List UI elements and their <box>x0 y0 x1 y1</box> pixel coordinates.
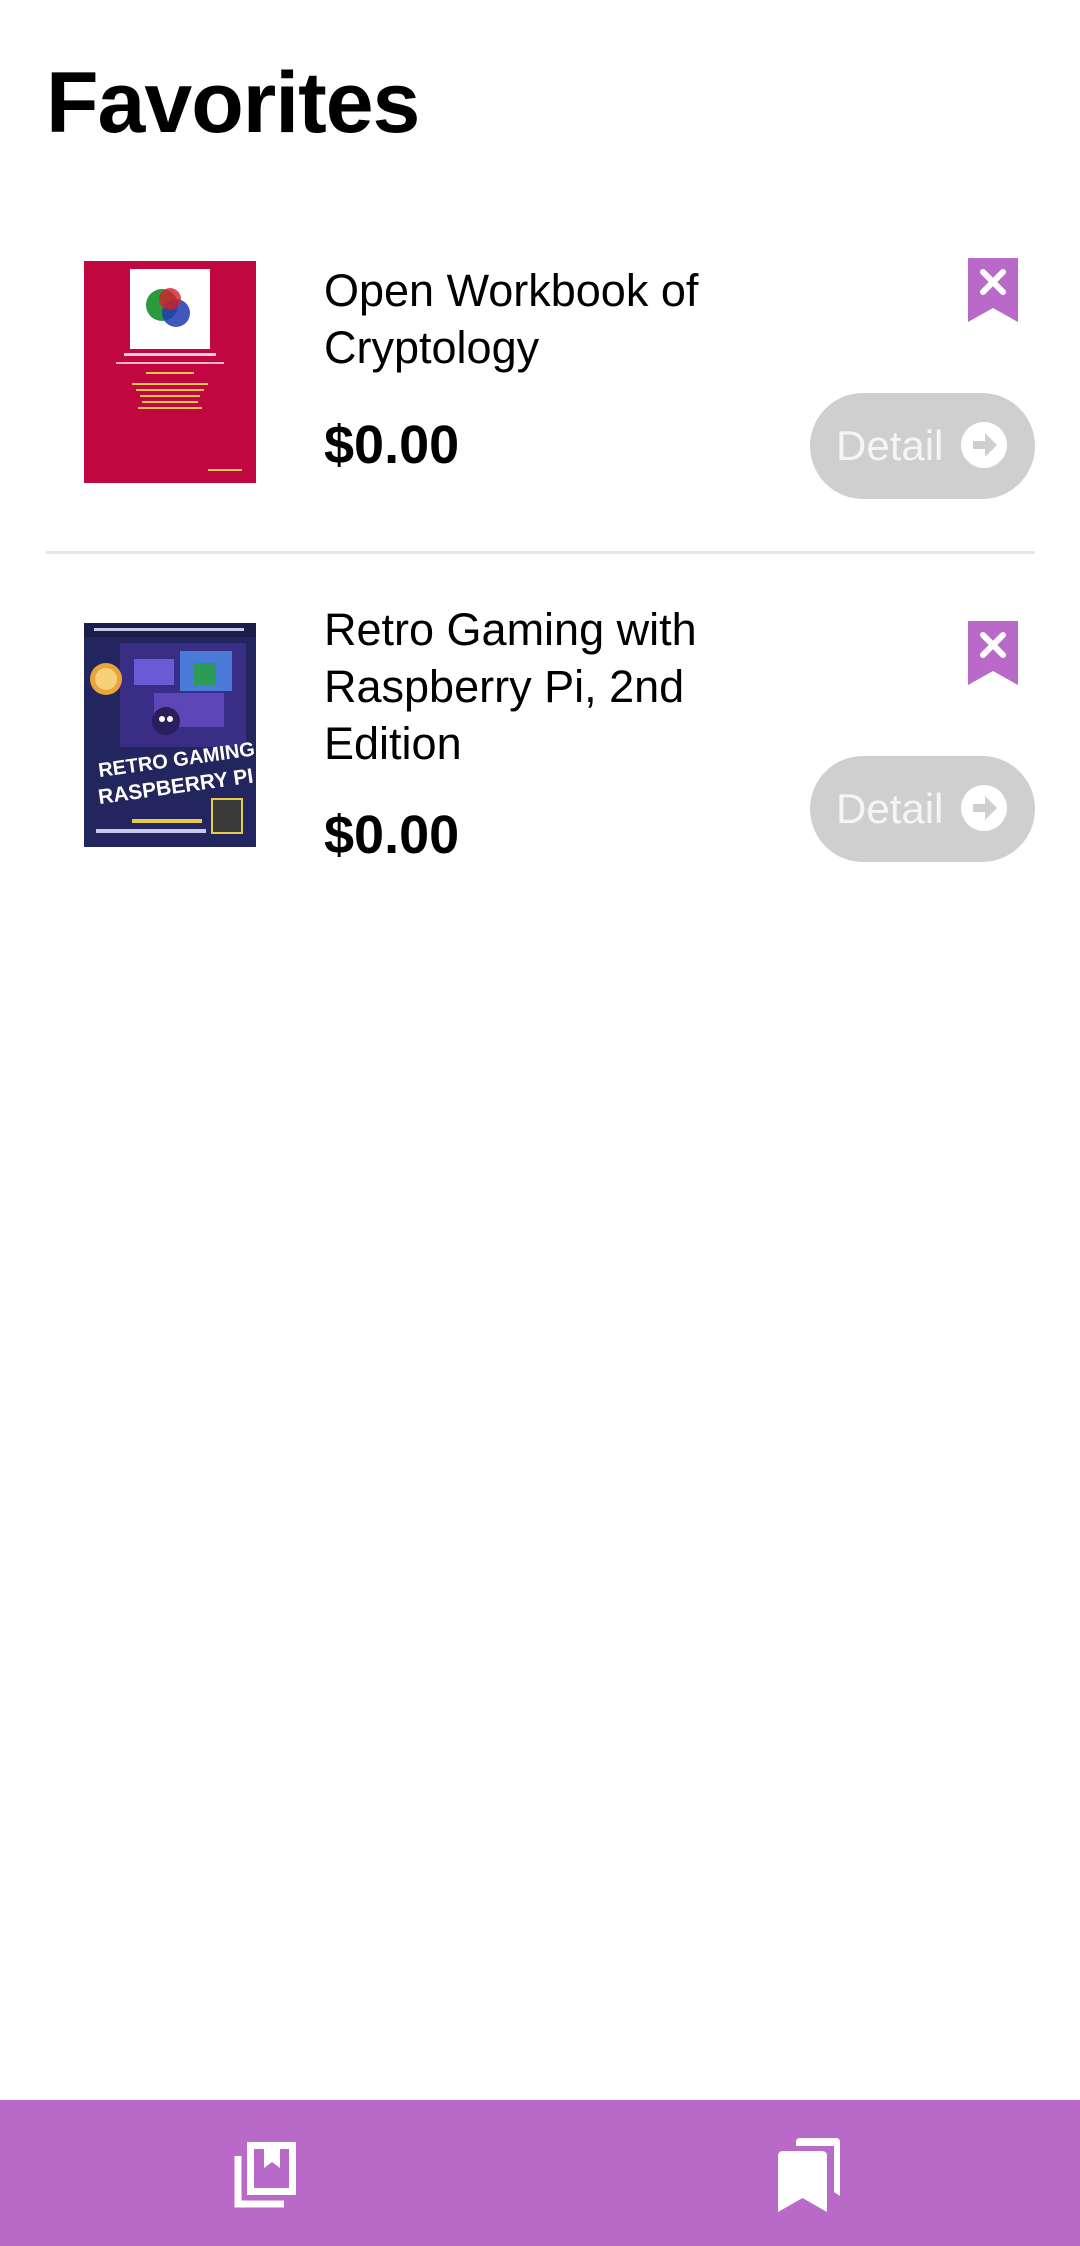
book-cover-cryptology-art <box>84 261 256 483</box>
book-cover-image[interactable] <box>84 261 256 483</box>
arrow-right-circle-icon <box>961 785 1007 831</box>
favorite-item: RETRO GAMING RASPBERRY PI Retro Gaming w… <box>0 553 1080 903</box>
detail-button-label: Detail <box>836 422 944 469</box>
arrow-right-circle-icon <box>961 422 1007 468</box>
nav-bookmarks-button[interactable] <box>540 2100 1080 2246</box>
book-title: Retro Gaming with Raspberry Pi, 2nd Edit… <box>324 604 697 769</box>
remove-favorite-button[interactable] <box>968 621 1018 685</box>
detail-button[interactable]: Detail <box>810 393 1035 499</box>
book-title: Open Workbook of Cryptology <box>324 265 699 373</box>
bookmarks-icon <box>778 2138 840 2212</box>
book-cover-image[interactable]: RETRO GAMING RASPBERRY PI <box>84 623 256 847</box>
detail-button-label: Detail <box>836 785 944 832</box>
page-title: Favorites <box>46 55 420 151</box>
bottom-navigation <box>0 2100 1080 2246</box>
bookmark-remove-icon <box>968 258 1018 322</box>
bookmark-remove-icon <box>968 621 1018 685</box>
book-price: $0.00 <box>324 415 460 475</box>
remove-favorite-button[interactable] <box>968 258 1018 322</box>
book-cover-retro-gaming-art: RETRO GAMING RASPBERRY PI <box>84 623 256 847</box>
book-price: $0.00 <box>324 805 460 865</box>
library-books-icon <box>234 2142 296 2208</box>
favorite-item: Open Workbook of Cryptology $0.00 Detail <box>0 230 1080 553</box>
nav-library-button[interactable] <box>0 2100 540 2246</box>
favorites-screen: Favorites Open Workbook of Cryptology $0… <box>0 0 1080 2246</box>
detail-button[interactable]: Detail <box>810 756 1035 862</box>
